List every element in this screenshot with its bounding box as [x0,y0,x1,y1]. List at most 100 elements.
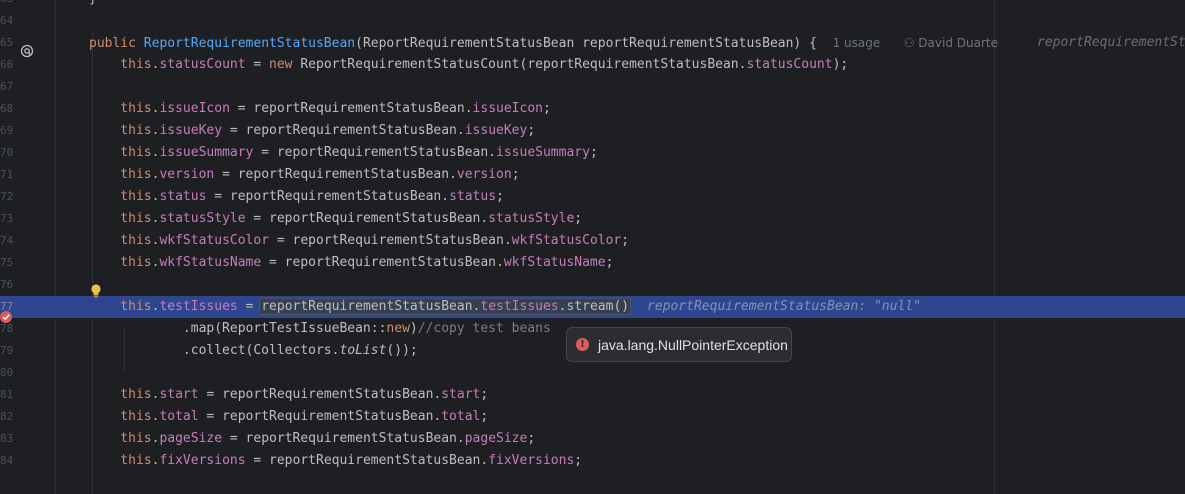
code-text[interactable]: .collect(Collectors.toList()); [89,340,418,362]
inline-debug-value[interactable]: reportRequirementStatusBean: "null" [647,296,921,318]
code-text[interactable]: this.testIssues = reportRequirementStatu… [89,296,632,318]
code-token: (ReportRequirementStatusBean reportRequi… [355,36,833,51]
code-token: testIssues [480,299,559,314]
code-token: } [89,0,97,6]
code-line[interactable]: 66 this.statusCount = new ReportRequirem… [0,54,1185,76]
exception-tooltip: ! java.lang.NullPointerException [566,327,792,362]
line-number: 63 [0,0,13,10]
code-token: .collect(Collectors. [89,343,340,358]
code-line[interactable]: 76 [0,274,1185,296]
implementation-marker-icon[interactable] [20,43,34,58]
code-text[interactable]: this.wkfStatusColor = reportRequirementS… [89,230,629,252]
code-line[interactable]: 75 this.wkfStatusName = reportRequiremen… [0,252,1185,274]
code-token: version [456,167,512,182]
line-number: 73 [0,212,13,225]
code-token: ()); [386,343,418,358]
code-token: ReportRequirementStatusBean [143,36,356,51]
line-number: 75 [0,256,13,269]
evaluated-expression-highlight[interactable]: reportRequirementStatusBean.testIssues.s… [259,298,632,315]
error-icon: ! [576,338,589,351]
code-token: ) [409,321,418,336]
code-line[interactable]: 72 this.status = reportRequirementStatus… [0,186,1185,208]
code-token: statusCount [159,57,246,72]
code-token: fixVersions [159,453,246,468]
code-line[interactable]: 83 this.pageSize = reportRequirementStat… [0,428,1185,450]
code-token: .map(ReportTestIssueBean:: [89,321,387,336]
code-line[interactable]: 67 [0,76,1185,98]
code-line[interactable]: 81 this.start = reportRequirementStatusB… [0,384,1185,406]
code-token: ; [527,431,536,446]
code-token: statusStyle [488,211,575,226]
code-token: wkfStatusColor [511,233,622,248]
code-token: public [89,36,144,51]
code-line[interactable]: 80 [0,362,1185,384]
code-token: = reportRequirementStatusBean. [198,387,442,402]
code-text[interactable]: this.wkfStatusName = reportRequirementSt… [89,252,613,274]
code-token: new [386,321,410,336]
code-line[interactable]: 68 this.issueIcon = reportRequirementSta… [0,98,1185,120]
line-number: 74 [0,234,13,247]
code-token: ; [574,453,583,468]
code-line[interactable]: 63} [0,0,1185,10]
code-line[interactable]: 84 this.fixVersions = reportRequirementS… [0,450,1185,472]
code-text[interactable]: this.status = reportRequirementStatusBea… [89,186,504,208]
line-number: 84 [0,454,13,467]
code-text[interactable]: this.issueSummary = reportRequirementSta… [89,142,597,164]
code-text[interactable]: this.statusCount = new ReportRequirement… [89,54,848,76]
code-token: this [89,211,152,226]
code-line[interactable]: 65 public ReportRequirementStatusBean(Rep… [0,32,1185,54]
line-number: 68 [0,102,13,115]
code-text[interactable]: this.statusStyle = reportRequirementStat… [89,208,582,230]
breakpoint-icon[interactable] [0,309,14,323]
code-text[interactable]: this.issueKey = reportRequirementStatusB… [89,120,535,142]
code-text[interactable]: this.total = reportRequirementStatusBean… [89,406,488,428]
code-text[interactable]: public ReportRequirementStatusBean(Repor… [89,32,998,55]
code-token: new [269,57,301,72]
code-token: wkfStatusName [159,255,262,270]
code-text[interactable]: } [89,0,97,10]
lightbulb-icon[interactable] [89,283,103,299]
code-text[interactable]: this.fixVersions = reportRequirementStat… [89,450,582,472]
code-token: this [89,57,152,72]
code-token: = reportRequirementStatusBean. [222,123,465,138]
code-line[interactable]: 70 this.issueSummary = reportRequirement… [0,142,1185,164]
code-token: this [89,453,152,468]
line-number: 71 [0,168,13,181]
inlay-hint[interactable]: 1 usage [833,36,881,50]
code-line[interactable]: 82 this.total = reportRequirementStatusB… [0,406,1185,428]
line-number: 79 [0,344,13,357]
code-token: this [89,101,152,116]
line-number: 81 [0,388,13,401]
code-token: = [245,57,270,72]
code-line[interactable]: 73 this.statusStyle = reportRequirementS… [0,208,1185,230]
code-token: total [441,409,481,424]
code-text[interactable]: this.start = reportRequirementStatusBean… [89,384,488,406]
code-text[interactable]: this.issueIcon = reportRequirementStatus… [89,98,551,120]
parameter-value-hint: reportRequirementSt [1037,35,1185,50]
code-token: = reportRequirementStatusBean. [214,167,457,182]
code-line[interactable]: 71 this.version = reportRequirementStatu… [0,164,1185,186]
line-number: 65 [0,36,13,49]
code-token: this [89,409,152,424]
line-number: 66 [0,58,13,71]
inlay-hint[interactable]: ⚇ David Duarte [904,36,998,50]
code-text[interactable]: .map(ReportTestIssueBean::new)//copy tes… [89,318,551,340]
code-text[interactable]: this.pageSize = reportRequirementStatusB… [89,428,535,450]
code-text[interactable]: this.version = reportRequirementStatusBe… [89,164,519,186]
code-line[interactable]: 74 this.wkfStatusColor = reportRequireme… [0,230,1185,252]
code-editor[interactable]: 63} 64 65 public ReportRequirementStatusBea… [0,0,1185,494]
line-number: 76 [0,278,13,291]
code-token: start [441,387,481,402]
code-token: = reportRequirementStatusBean. [261,255,504,270]
code-token: = reportRequirementStatusBean. [269,233,512,248]
code-token: this [89,123,152,138]
execution-point-line[interactable]: 77 this.testIssues = reportRequirementSt… [0,296,1185,318]
code-token: ; [621,233,630,248]
code-line[interactable]: 64 [0,10,1185,32]
code-line[interactable]: 69 this.issueKey = reportRequirementStat… [0,120,1185,142]
code-token: statusStyle [159,211,246,226]
code-token: ReportRequirementStatusCount(reportRequi… [300,57,747,72]
code-token: ; [605,255,614,270]
code-token: issueKey [159,123,223,138]
line-number: 64 [0,14,13,27]
